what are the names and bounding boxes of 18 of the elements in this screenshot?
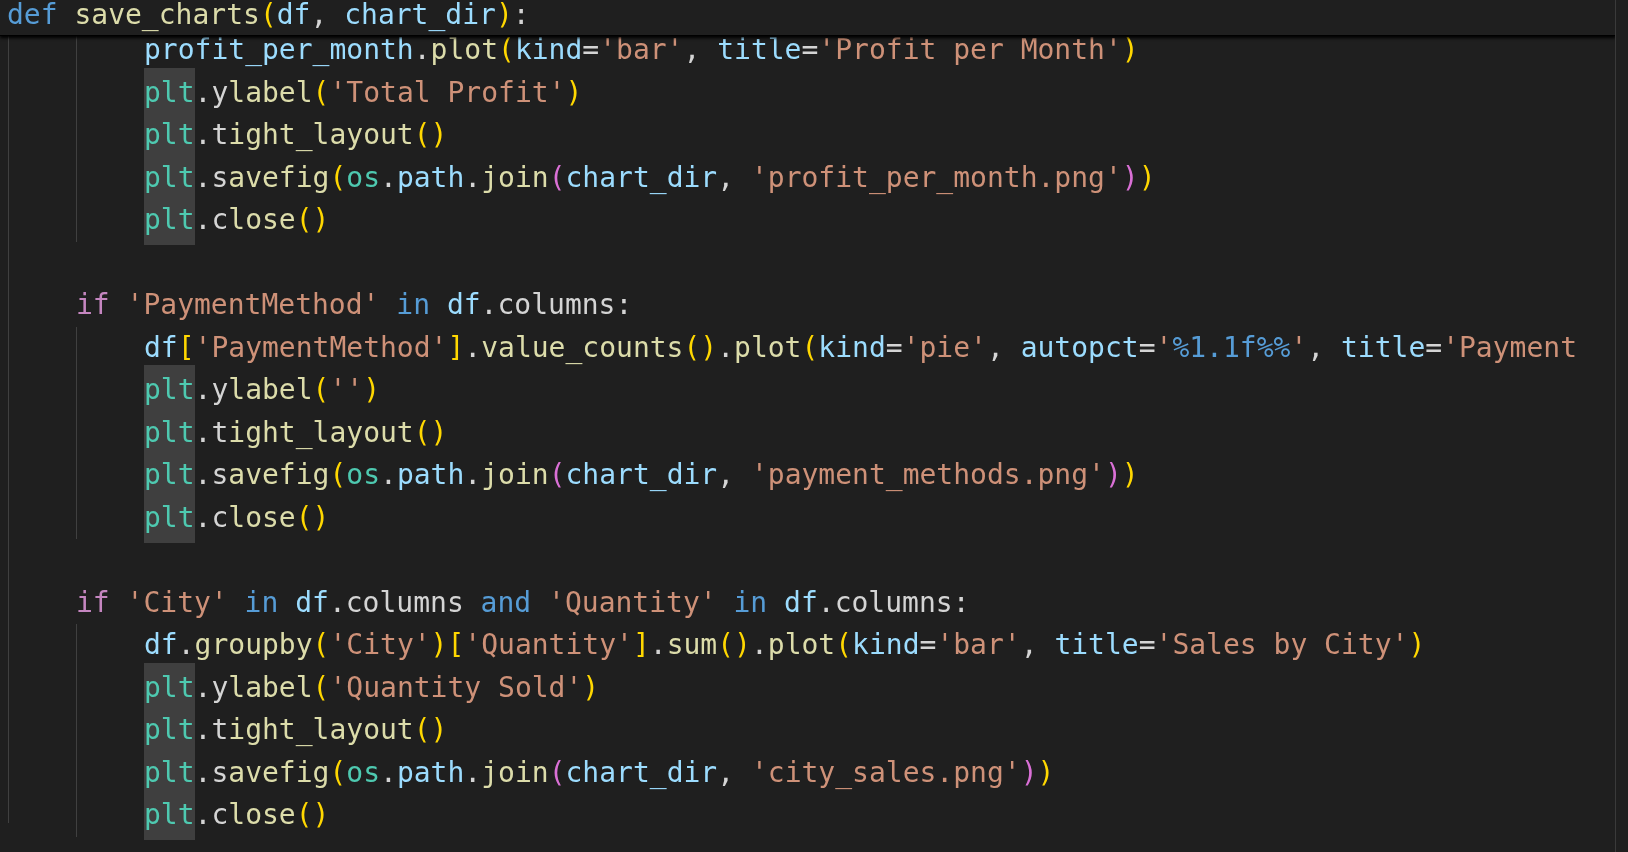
- code-line: plt.tight_layout(): [144, 712, 448, 748]
- code-line: plt.ylabel('Total Profit'): [144, 74, 583, 111]
- code-line: profit_per_month.plot(kind='bar', title='Profit per Month'): [144, 32, 1139, 68]
- code-line: df['PaymentMethod'].value_counts().plot(kind='pie', autopct='%1.1f%%', title='Payment: [144, 329, 1577, 366]
- code-line: plt.tight_layout(): [144, 117, 448, 153]
- code-line: def save_charts(df, chart_dir):: [6, 0, 530, 33]
- code-line: plt.savefig(os.path.join(chart_dir, 'city_sales.png')): [144, 754, 1055, 791]
- code-line: plt.savefig(os.path.join(chart_dir, 'payment_methods.png')): [144, 457, 1139, 493]
- code-line: plt.tight_layout(): [144, 414, 448, 451]
- code-line: if 'PaymentMethod' in df.columns:: [76, 287, 633, 323]
- code-line: plt.close(): [144, 499, 330, 536]
- code-line: plt.ylabel('Quantity Sold'): [144, 669, 600, 706]
- code-line: plt.close(): [144, 202, 330, 238]
- code-line: plt.close(): [144, 797, 330, 833]
- code-line: plt.ylabel(''): [144, 372, 381, 408]
- code-line: plt.savefig(os.path.join(chart_dir, 'profit_per_month.png')): [144, 159, 1156, 196]
- code-line: df.groupby('City')['Quantity'].sum().plot(kind='bar', title='Sales by City'): [144, 627, 1426, 663]
- code-line: if 'City' in df.columns and 'Quantity' in df.columns:: [76, 584, 970, 621]
